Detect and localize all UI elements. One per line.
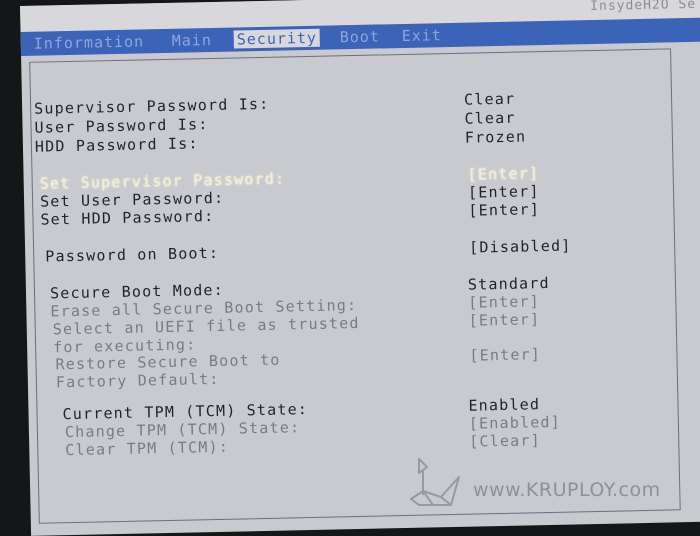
user-password-status-label: User Password Is: (34, 115, 209, 137)
clear-tpm-value[interactable]: [Clear] (469, 431, 541, 450)
menu-exit[interactable]: Exit (399, 26, 445, 45)
set-hdd-password-item[interactable]: Set HDD Password: (40, 207, 214, 229)
menu-boot[interactable]: Boot (337, 27, 383, 46)
restore-secure-boot-enter[interactable]: [Enter] (469, 345, 541, 364)
watermark-text: www.KRUPLOY.com (473, 479, 661, 501)
hdd-password-status-value: Frozen (464, 127, 527, 147)
current-tpm-state-value: Enabled (468, 395, 541, 415)
menu-security[interactable]: Security (233, 28, 321, 49)
set-hdd-password-enter[interactable]: [Enter] (468, 200, 540, 219)
restore-secure-boot-item-line2: Factory Default: (55, 369, 220, 392)
menu-main[interactable]: Main (169, 31, 215, 50)
origami-bird-logo-icon (410, 458, 460, 506)
set-user-password-enter[interactable]: [Enter] (468, 182, 540, 201)
bios-model-label: InsydeH2O Se (590, 0, 697, 15)
erase-secure-boot-enter[interactable]: [Enter] (468, 292, 540, 311)
password-on-boot-item[interactable]: Password on Boot: (45, 244, 219, 266)
supervisor-password-status-value: Clear (463, 89, 516, 109)
menu-information[interactable]: Information (31, 32, 148, 52)
hdd-password-status-label: HDD Password Is: (34, 134, 199, 156)
change-tpm-state-value[interactable]: [Enabled] (469, 413, 561, 433)
watermark: www.KRUPLOY.com (405, 455, 695, 515)
set-supervisor-password-enter[interactable]: [Enter] (467, 164, 539, 183)
password-on-boot-value[interactable]: [Disabled] (469, 237, 572, 257)
clear-tpm-item[interactable]: Clear TPM (TCM): (65, 438, 229, 459)
select-uefi-file-enter[interactable]: [Enter] (468, 310, 540, 329)
user-password-status-value: Clear (464, 108, 516, 128)
secure-boot-mode-value: Standard (467, 273, 550, 294)
